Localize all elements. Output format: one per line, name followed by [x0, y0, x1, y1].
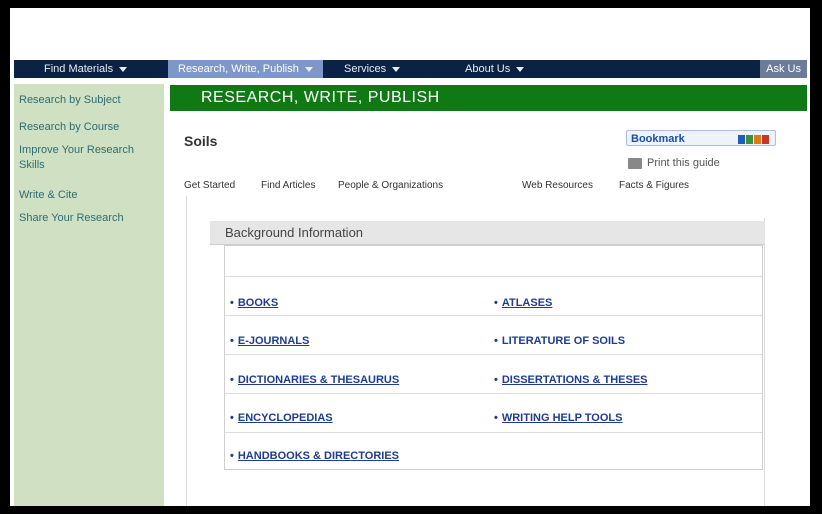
link-handbooks-label: HANDBOOKS & DIRECTORIES	[237, 450, 400, 462]
resource-box: • BOOKS • ATLASES • E-JOURNALS • LITERATURE …	[224, 245, 763, 470]
nav-research-label: Research, Write, Publish	[178, 63, 299, 75]
link-books-label: BOOKS	[237, 297, 279, 309]
nav-research-write-publish[interactable]: Research, Write, Publish	[168, 60, 323, 78]
link-encyclopedias-label: ENCYCLOPEDIAS	[237, 412, 333, 424]
nav-services-label: Services	[344, 63, 387, 75]
link-handbooks-directories[interactable]: • HANDBOOKS & DIRECTORIES	[230, 450, 399, 462]
nav-services[interactable]: Services	[344, 60, 401, 78]
chevron-down-icon	[516, 66, 525, 72]
bullet: •	[494, 335, 498, 347]
share-service-icon	[738, 135, 745, 144]
bookmark-button[interactable]: Bookmark	[626, 130, 776, 146]
link-encyclopedias[interactable]: • ENCYCLOPEDIAS	[230, 412, 333, 424]
sidebar: Research by Subject Research by Course I…	[14, 84, 164, 506]
sidebar-item-research-by-subject[interactable]: Research by Subject	[19, 93, 164, 108]
link-dictionaries-thesaurus[interactable]: • DICTIONARIES & THESAURUS	[230, 374, 399, 386]
content-divider	[186, 196, 187, 506]
box-row	[225, 246, 762, 277]
page-title: Soils	[184, 133, 218, 149]
print-label: Print this guide	[647, 157, 720, 169]
nav-ask-us[interactable]: Ask Us	[760, 60, 807, 78]
link-dissertations-theses[interactable]: • DISSERTATIONS & THESES	[494, 374, 648, 386]
tab-get-started[interactable]: Get Started	[184, 180, 235, 191]
link-literature-of-soils[interactable]: • LITERATURE OF SOILS	[494, 335, 625, 347]
bullet: •	[494, 412, 498, 424]
chevron-down-icon	[304, 66, 313, 72]
tab-facts-figures[interactable]: Facts & Figures	[619, 180, 689, 191]
sidebar-item-share-research[interactable]: Share Your Research	[19, 211, 164, 226]
tab-people-organizations[interactable]: People & Organizations	[338, 180, 443, 191]
chevron-down-icon	[392, 66, 401, 72]
nav-about-label: About Us	[465, 63, 511, 75]
bullet: •	[230, 335, 234, 347]
link-books[interactable]: • BOOKS	[230, 297, 278, 309]
nav-about-us[interactable]: About Us	[465, 60, 525, 78]
link-atlases-label: ATLASES	[501, 297, 553, 309]
sidebar-item-write-cite[interactable]: Write & Cite	[19, 188, 164, 203]
link-writing-help-tools[interactable]: • WRITING HELP TOOLS	[494, 412, 622, 424]
share-service-icon	[762, 135, 769, 144]
printer-icon	[628, 157, 642, 169]
page: Find Materials Research, Write, Publish …	[10, 8, 810, 506]
top-nav: Find Materials Research, Write, Publish …	[14, 60, 807, 78]
tab-web-resources[interactable]: Web Resources	[522, 180, 593, 191]
guide-tabs: Get Started Find Articles People & Organ…	[184, 180, 784, 200]
link-writing-help-label: WRITING HELP TOOLS	[501, 412, 623, 424]
bullet: •	[230, 374, 234, 386]
share-icons	[737, 133, 769, 144]
share-service-icon	[754, 135, 761, 144]
bullet: •	[494, 297, 498, 309]
link-e-journals-label: E-JOURNALS	[237, 335, 310, 347]
link-atlases[interactable]: • ATLASES	[494, 297, 552, 309]
bullet: •	[230, 450, 234, 462]
link-e-journals[interactable]: • E-JOURNALS	[230, 335, 309, 347]
chevron-down-icon	[119, 66, 128, 72]
share-service-icon	[746, 135, 753, 144]
print-guide-link[interactable]: Print this guide	[628, 157, 720, 169]
link-dictionaries-label: DICTIONARIES & THESAURUS	[237, 374, 400, 386]
bookmark-label: Bookmark	[631, 133, 685, 145]
nav-find-materials[interactable]: Find Materials	[44, 60, 128, 78]
sidebar-item-improve-research-skills[interactable]: Improve Your Research Skills	[19, 143, 157, 173]
bullet: •	[494, 374, 498, 386]
bullet: •	[230, 297, 234, 309]
sidebar-item-research-by-course[interactable]: Research by Course	[19, 120, 164, 135]
bullet: •	[230, 412, 234, 424]
guide-content: Background Information • BOOKS • ATLASES •…	[210, 221, 765, 506]
tab-find-articles[interactable]: Find Articles	[261, 180, 315, 191]
link-literature-label: LITERATURE OF SOILS	[501, 335, 626, 347]
nav-find-materials-label: Find Materials	[44, 63, 114, 75]
section-title: RESEARCH, WRITE, PUBLISH	[170, 85, 807, 111]
box-title: Background Information	[210, 221, 765, 245]
link-dissertations-label: DISSERTATIONS & THESES	[501, 374, 648, 386]
